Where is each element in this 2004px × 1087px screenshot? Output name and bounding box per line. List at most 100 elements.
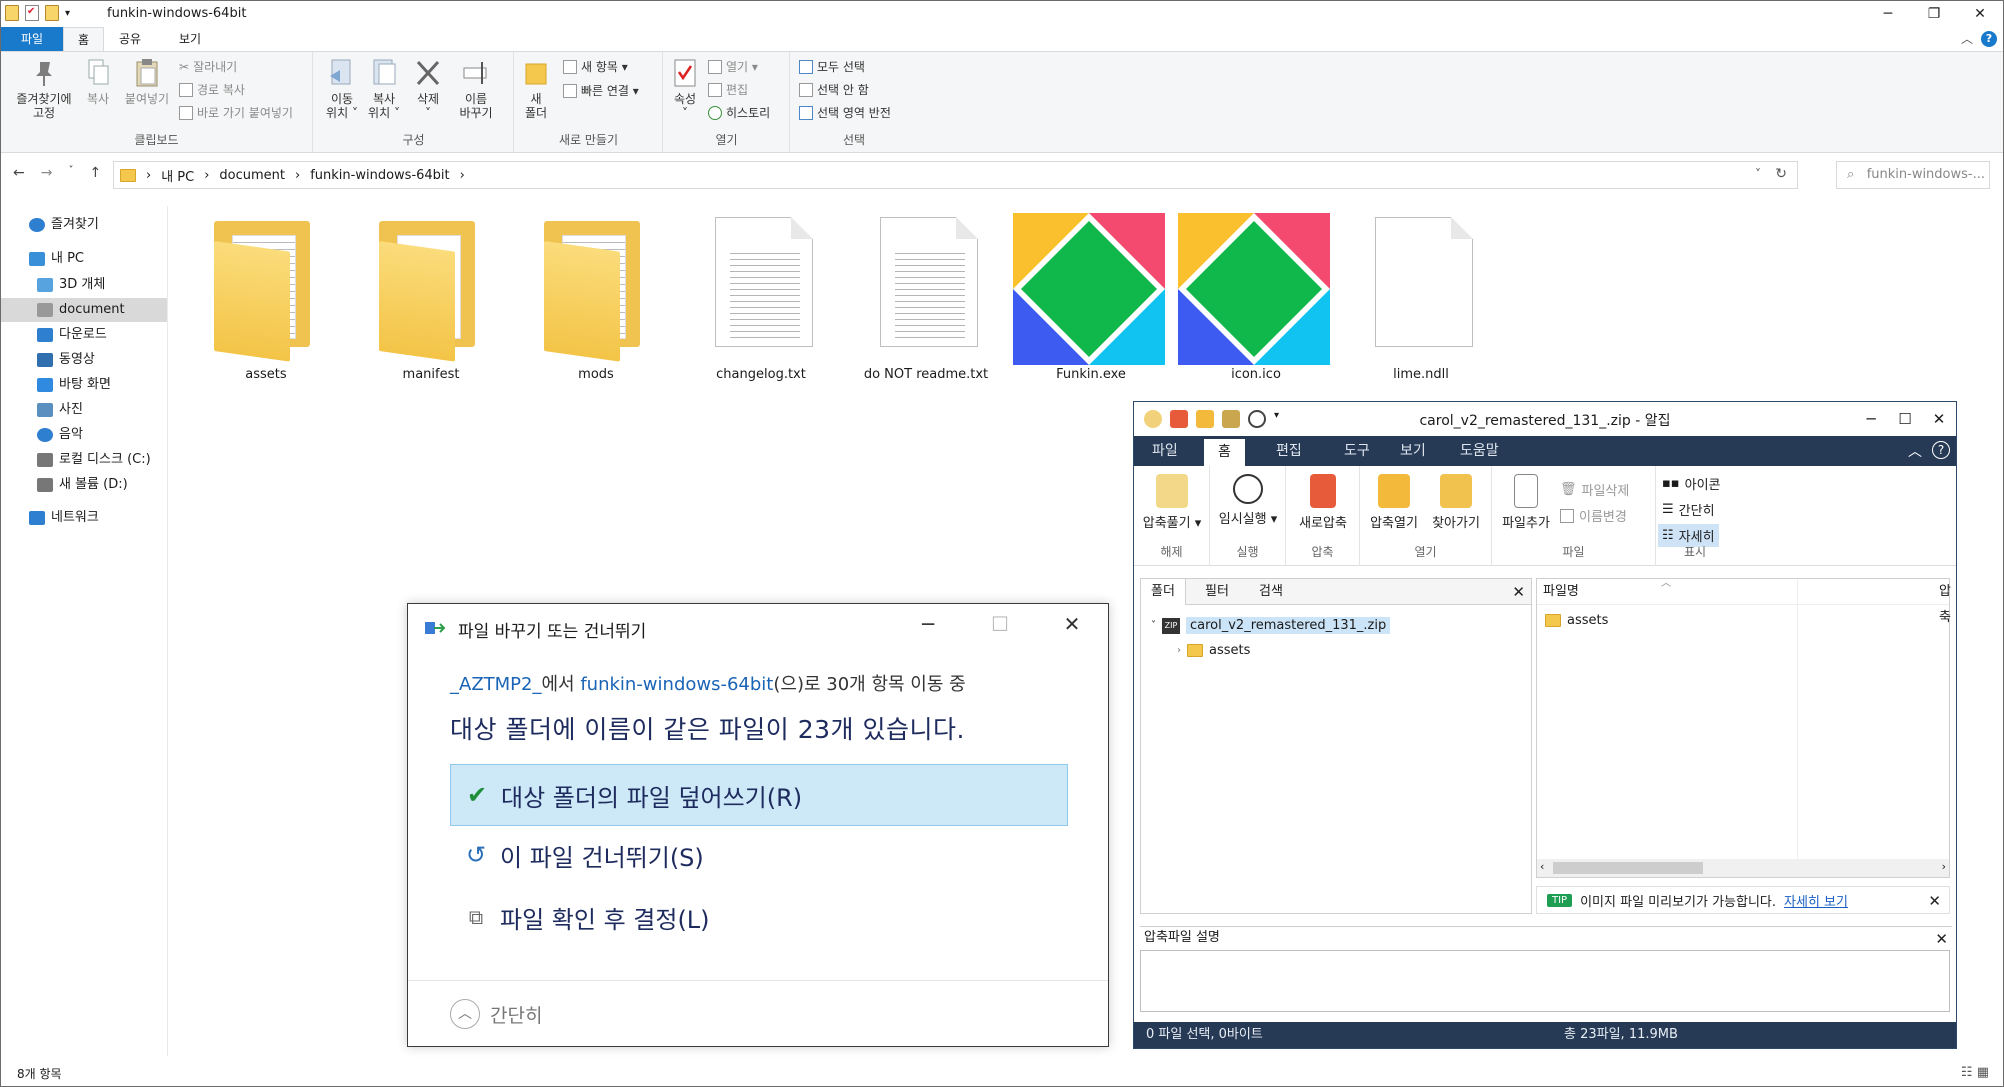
scroll-right-icon[interactable]: ›: [1942, 860, 1946, 873]
minimize-button[interactable]: ─: [1865, 1, 1911, 27]
file-item[interactable]: icon.ico: [1176, 213, 1336, 382]
customize-qat-icon[interactable]: ▾: [65, 8, 70, 19]
tab-folder[interactable]: 폴더: [1141, 579, 1186, 605]
refresh-icon[interactable]: ↻: [1775, 166, 1787, 182]
copy-to-button[interactable]: 복사 위치 ˅: [366, 58, 402, 120]
up-icon[interactable]: ↑: [89, 165, 101, 181]
help-icon[interactable]: ?: [1981, 30, 1997, 47]
back-icon[interactable]: ←: [13, 165, 25, 181]
tab-home[interactable]: 홈: [63, 27, 105, 51]
source-folder-link[interactable]: _AZTMP2_: [450, 674, 541, 695]
destination-folder-link[interactable]: funkin-windows-64bit: [580, 674, 773, 695]
minimize-button[interactable]: ─: [892, 604, 964, 644]
quick-access-button[interactable]: 빠른 연결 ▾: [563, 82, 639, 99]
breadcrumb-item[interactable]: document: [219, 168, 285, 183]
breadcrumb-item[interactable]: 내 PC: [161, 166, 194, 185]
rename-button[interactable]: 이름 바꾸기: [454, 58, 498, 120]
tab-home[interactable]: 홈: [1204, 439, 1245, 466]
paste-button[interactable]: 붙여넣기: [121, 58, 173, 106]
archive-description-field[interactable]: [1140, 950, 1950, 1012]
simple-view-button[interactable]: ☰ 간단히: [1662, 500, 1715, 519]
pane-divider[interactable]: [167, 206, 168, 1056]
file-item[interactable]: mods: [516, 213, 676, 382]
collapse-ribbon-icon[interactable]: ︿: [1961, 30, 1973, 47]
tab-view[interactable]: 보기: [1386, 436, 1440, 466]
select-all-button[interactable]: 모두 선택: [799, 58, 865, 75]
collapse-ribbon-icon[interactable]: ︿: [1908, 441, 1922, 461]
close-icon[interactable]: ✕: [1935, 928, 1948, 950]
close-icon[interactable]: ✕: [1512, 583, 1525, 601]
copy-path-button[interactable]: 경로 복사: [179, 81, 245, 98]
column-header[interactable]: 파일명 ︿ 압축: [1537, 578, 1951, 625]
close-button[interactable]: ✕: [1957, 1, 2003, 27]
sidebar-item[interactable]: 네트워크: [1, 506, 167, 530]
tab-tools[interactable]: 도구: [1330, 436, 1384, 466]
delete-button[interactable]: 삭제 ˅: [412, 58, 444, 120]
horizontal-scrollbar[interactable]: ‹ ›: [1537, 859, 1949, 877]
move-to-button[interactable]: 이동 위치 ˅: [324, 58, 360, 120]
file-item[interactable]: manifest: [351, 213, 511, 382]
properties-icon[interactable]: [25, 5, 39, 21]
extract-button[interactable]: 압축풀기 ▾: [1138, 474, 1206, 531]
tab-search[interactable]: 검색: [1249, 579, 1293, 605]
file-item[interactable]: changelog.txt: [681, 213, 841, 382]
new-item-button[interactable]: 새 항목 ▾: [563, 58, 628, 75]
large-icons-view-icon[interactable]: ▦: [1977, 1065, 1989, 1080]
new-folder-icon[interactable]: [45, 5, 59, 21]
temp-run-button[interactable]: 임시실행 ▾: [1214, 474, 1282, 527]
skip-files-option[interactable]: ↺ 이 파일 건너뛰기(S): [450, 824, 1068, 886]
sidebar-item[interactable]: 로컬 디스크 (C:): [1, 448, 167, 472]
expand-chevron-icon[interactable]: ˅: [1151, 620, 1156, 631]
close-icon[interactable]: ✕: [1928, 892, 1941, 910]
go-to-button[interactable]: 찾아가기: [1426, 474, 1486, 531]
tab-file[interactable]: 파일: [1138, 436, 1192, 466]
tab-edit[interactable]: 편집: [1262, 436, 1316, 466]
column-filename[interactable]: 파일명: [1543, 584, 1579, 599]
tab-share[interactable]: 공유: [105, 27, 155, 51]
select-none-button[interactable]: 선택 안 함: [799, 81, 869, 98]
sidebar-item[interactable]: 다운로드: [1, 323, 167, 347]
address-bar[interactable]: › 내 PC › document › funkin-windows-64bit…: [113, 161, 1798, 189]
file-item[interactable]: Funkin.exe: [1011, 213, 1171, 382]
help-icon[interactable]: ?: [1932, 441, 1950, 459]
sidebar-item[interactable]: 즐겨찾기: [1, 213, 167, 237]
delete-file-button[interactable]: 🗑 파일삭제: [1560, 480, 1629, 499]
edit-button[interactable]: 편집: [708, 81, 748, 98]
add-file-button[interactable]: 파일추가: [1496, 474, 1556, 531]
file-item[interactable]: lime.ndll: [1341, 213, 1501, 382]
maximize-button[interactable]: ☐: [964, 604, 1036, 644]
tree-node[interactable]: › assets: [1177, 643, 1250, 658]
sidebar-item[interactable]: 내 PC: [1, 247, 167, 271]
invert-selection-button[interactable]: 선택 영역 반전: [799, 104, 891, 121]
details-view-icon[interactable]: ☷: [1961, 1065, 1973, 1080]
column-compress[interactable]: 압축: [1939, 579, 1951, 631]
copy-button[interactable]: 복사: [81, 58, 115, 106]
search-input[interactable]: ⌕ funkin-windows-...: [1836, 161, 1990, 189]
history-button[interactable]: 히스토리: [708, 104, 770, 121]
tree-root[interactable]: ˅ ZIP carol_v2_remastered_131_.zip: [1151, 617, 1391, 634]
sidebar-item[interactable]: 동영상: [1, 348, 167, 372]
scrollbar-thumb[interactable]: [1553, 862, 1703, 874]
list-item[interactable]: assets: [1545, 613, 1608, 628]
new-compress-button[interactable]: 새로압축: [1290, 474, 1356, 531]
file-item[interactable]: do NOT readme.txt: [846, 213, 1006, 382]
forward-icon[interactable]: →: [41, 165, 53, 181]
breadcrumb-item[interactable]: funkin-windows-64bit: [310, 168, 449, 183]
rename-button[interactable]: 이름변경: [1560, 506, 1627, 525]
cut-button[interactable]: ✂ 잘라내기: [179, 58, 237, 75]
replace-files-option[interactable]: ✔ 대상 폴더의 파일 덮어쓰기(R): [450, 764, 1068, 826]
properties-button[interactable]: 속성 ˅: [670, 58, 700, 120]
tab-file[interactable]: 파일: [1, 27, 63, 51]
sidebar-item[interactable]: 사진: [1, 398, 167, 422]
sidebar-item[interactable]: 바탕 화면: [1, 373, 167, 397]
recent-chevron-icon[interactable]: ˅: [68, 165, 73, 181]
address-dropdown-icon[interactable]: ˅: [1755, 167, 1761, 181]
maximize-button[interactable]: ❐: [1911, 1, 1957, 27]
tab-filter[interactable]: 필터: [1195, 579, 1239, 605]
tab-view[interactable]: 보기: [165, 27, 215, 51]
sidebar-item[interactable]: 음악: [1, 423, 167, 447]
tip-link[interactable]: 자세히 보기: [1784, 891, 1848, 910]
close-button[interactable]: ✕: [1036, 604, 1108, 644]
new-folder-button[interactable]: 새 폴더: [521, 58, 551, 120]
pin-quick-access-button[interactable]: 즐겨찾기에 고정: [9, 58, 79, 120]
